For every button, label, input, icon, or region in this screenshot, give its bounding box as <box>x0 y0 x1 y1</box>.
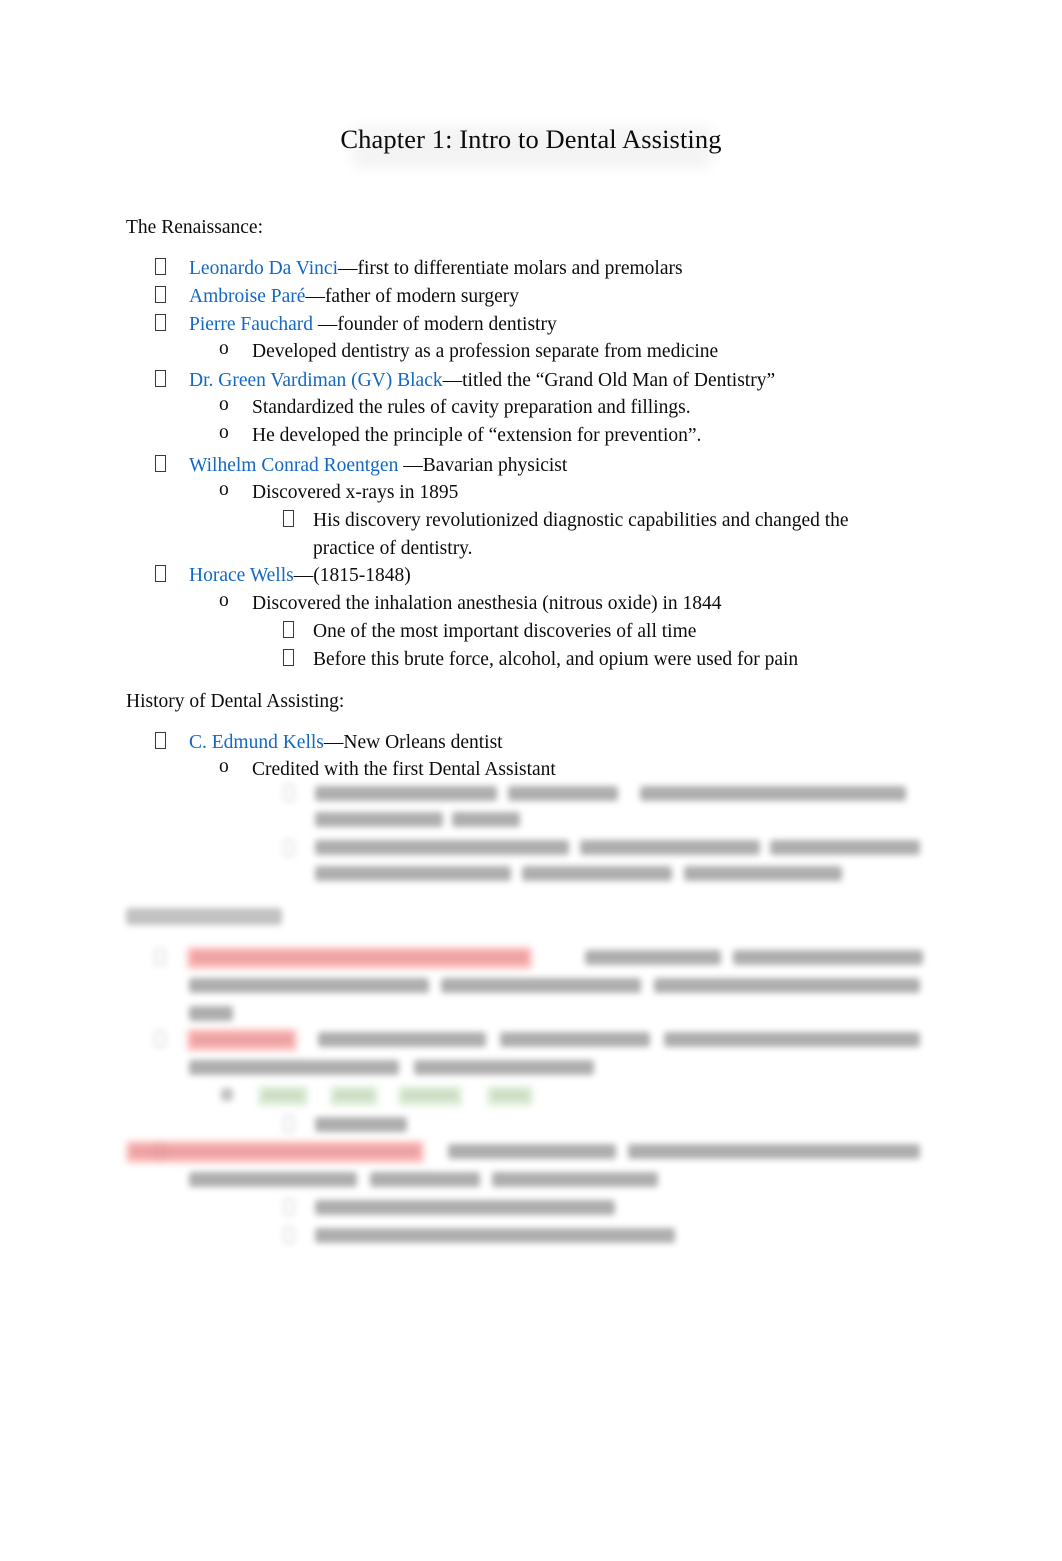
green-highlight <box>487 1086 533 1106</box>
green-highlight <box>398 1086 462 1106</box>
red-highlight <box>187 1029 297 1051</box>
green-highlight <box>330 1086 378 1106</box>
document-page: Chapter 1: Intro to Dental Assisting The… <box>0 0 1062 1561</box>
green-highlight <box>258 1086 308 1106</box>
red-highlight <box>126 1141 424 1163</box>
highlight-blur-layer <box>0 0 1062 1561</box>
red-highlight <box>187 947 532 969</box>
